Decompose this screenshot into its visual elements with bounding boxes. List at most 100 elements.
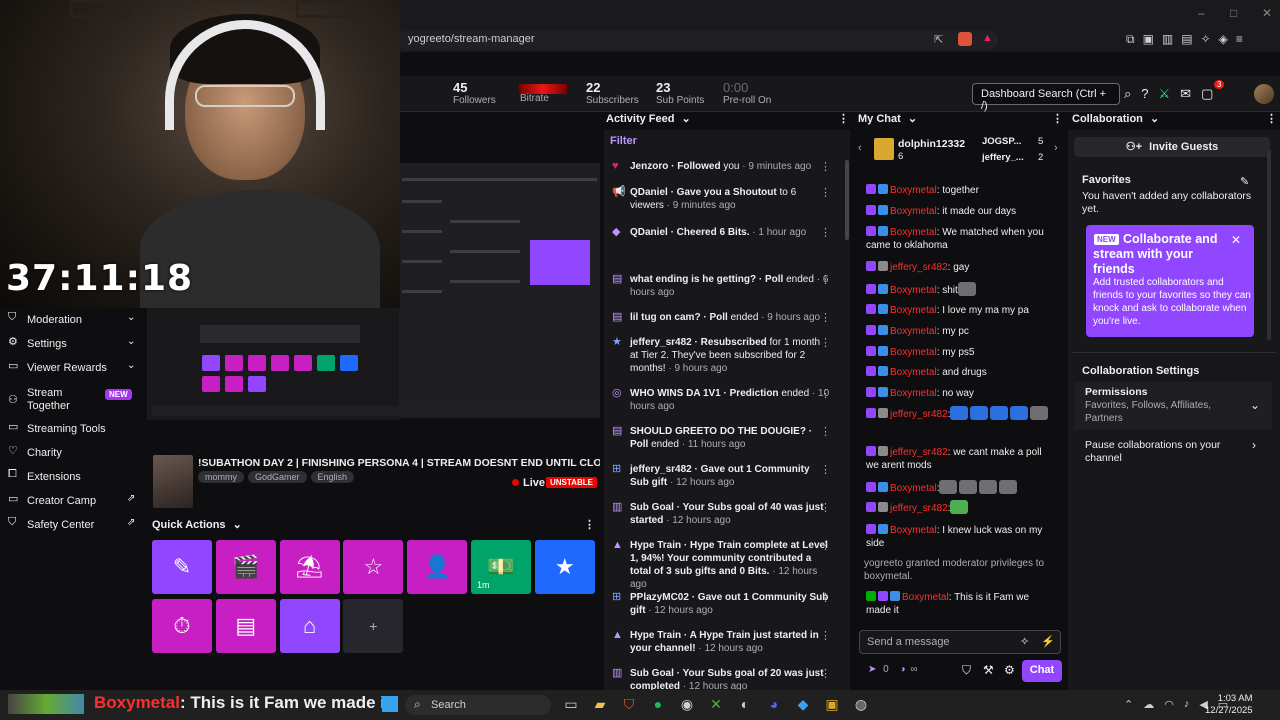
tag[interactable]: GodGamer bbox=[248, 471, 307, 483]
dashboard-search-input[interactable]: Dashboard Search (Ctrl + /) bbox=[972, 83, 1120, 112]
chevron-right-icon[interactable]: › bbox=[1054, 142, 1058, 154]
leo-icon[interactable]: ✧ bbox=[1201, 32, 1211, 47]
more-icon[interactable]: ⋮ bbox=[1266, 112, 1277, 130]
close-window-icon[interactable]: ✕ bbox=[1262, 6, 1272, 20]
chat-username[interactable]: Boxymetal bbox=[890, 388, 937, 399]
add-user-button[interactable]: 👤 bbox=[407, 540, 468, 594]
game-icon[interactable]: ◍ bbox=[852, 696, 870, 713]
sidebar-item-charity[interactable]: ♡ Charity bbox=[0, 442, 147, 464]
collaboration-scrollbar[interactable] bbox=[1267, 150, 1271, 340]
chat-message[interactable]: jeffery_sr482: gay bbox=[866, 261, 1052, 274]
more-icon[interactable]: ⋮ bbox=[584, 518, 595, 531]
emote-icon[interactable] bbox=[990, 406, 1009, 420]
share-icon[interactable]: ⇱ bbox=[934, 33, 943, 46]
brave-shield-icon[interactable] bbox=[958, 32, 972, 46]
stream-title[interactable]: !SUBATHON DAY 2 | FINISHING PERSONA 4 | … bbox=[198, 457, 600, 469]
chat-username[interactable]: Boxymetal bbox=[890, 483, 937, 494]
more-icon[interactable]: ⋮ bbox=[820, 160, 831, 173]
emote-icon[interactable] bbox=[950, 406, 969, 420]
chat-username[interactable]: Boxymetal bbox=[890, 367, 937, 378]
activity-user[interactable]: jeffery_sr482 bbox=[630, 464, 692, 475]
sidebar-item-streaming-tools[interactable]: ▭ Streaming Tools bbox=[0, 418, 147, 440]
chat-username[interactable]: Boxymetal bbox=[890, 525, 937, 536]
sidebar-item-viewer-rewards[interactable]: ▭ Viewer Rewards ⌄ bbox=[0, 357, 147, 379]
activity-user[interactable]: jeffery_sr482 bbox=[630, 337, 692, 348]
extensions-icon[interactable]: ⧉ bbox=[1126, 32, 1135, 47]
activity-user[interactable]: Sub Goal bbox=[630, 668, 674, 679]
ad-button[interactable]: ⛱ bbox=[279, 540, 340, 594]
discord-icon[interactable]: ◕ bbox=[765, 696, 783, 713]
emote-icon[interactable] bbox=[999, 480, 1018, 494]
emote-picker-icon[interactable]: ⚡ bbox=[1041, 635, 1055, 648]
more-icon[interactable]: ⋮ bbox=[820, 463, 831, 476]
chat-username[interactable]: jeffery_sr482 bbox=[890, 262, 948, 273]
obs-icon[interactable]: ◉ bbox=[678, 696, 696, 713]
task-view-icon[interactable]: ▭ bbox=[562, 696, 580, 713]
maximize-icon[interactable]: □ bbox=[1230, 6, 1237, 20]
chat-message[interactable]: Boxymetal: I love my ma my pa bbox=[866, 304, 1052, 317]
filter-button[interactable]: Filter bbox=[610, 135, 637, 147]
chat-message[interactable]: Boxymetal: and drugs bbox=[866, 366, 1052, 379]
sidebar-item-stream-together[interactable]: ⚇ Stream Together NEW bbox=[0, 385, 147, 413]
address-bar[interactable]: yogreeto/stream-manager bbox=[398, 30, 998, 50]
stream-health-badge[interactable]: UNSTABLE bbox=[546, 477, 597, 488]
whispers-icon[interactable]: ▢ bbox=[1201, 86, 1213, 102]
more-icon[interactable]: ⋮ bbox=[820, 539, 831, 552]
clip-button[interactable]: 🎬 bbox=[215, 540, 276, 594]
more-icon[interactable]: ⋮ bbox=[820, 425, 831, 438]
chat-username[interactable]: Boxymetal bbox=[890, 227, 937, 238]
edit-icon[interactable]: ✎ bbox=[1240, 175, 1249, 188]
activity-user[interactable]: what ending is he getting? bbox=[630, 274, 756, 285]
taskbar-search[interactable]: Search bbox=[405, 695, 551, 715]
pause-collab-link[interactable]: Pause collaborations on your channel bbox=[1085, 439, 1235, 465]
run-ad-button[interactable]: 💵 1m bbox=[471, 540, 531, 594]
chat-message[interactable]: Boxymetal: shit bbox=[866, 282, 1052, 297]
wifi-icon[interactable]: ◠ bbox=[1164, 698, 1174, 711]
activity-user[interactable]: PPlazyMC02 bbox=[630, 592, 689, 603]
chat-username[interactable]: Boxymetal bbox=[890, 326, 937, 337]
spark-icon[interactable]: ✧ bbox=[1020, 635, 1029, 648]
brave-icon[interactable]: ⛉ bbox=[620, 696, 638, 713]
chat-message[interactable]: jeffery_sr482: bbox=[866, 406, 1052, 421]
activity-user[interactable]: SHOULD GREETO DO THE DOUGIE? bbox=[630, 426, 806, 437]
more-icon[interactable]: ⋮ bbox=[820, 226, 831, 239]
featured-button[interactable]: ★ bbox=[534, 540, 595, 594]
sidebar-item-settings[interactable]: ⚙ Settings ⌄ bbox=[0, 333, 147, 355]
emote-icon[interactable] bbox=[939, 480, 958, 494]
chat-settings-icon[interactable]: ⚙ bbox=[1004, 663, 1015, 677]
chat-message[interactable]: Boxymetal: together bbox=[866, 184, 1052, 197]
chat-username[interactable]: Boxymetal bbox=[890, 206, 937, 217]
emote-icon[interactable] bbox=[1010, 406, 1029, 420]
chevron-left-icon[interactable]: ‹ bbox=[858, 142, 862, 154]
more-icon[interactable]: ⋮ bbox=[1052, 112, 1063, 130]
chat-username[interactable]: Boxymetal bbox=[890, 185, 937, 196]
stat-preroll[interactable]: 0:00 Pre-roll On bbox=[723, 80, 771, 106]
more-icon[interactable]: ⋮ bbox=[820, 336, 831, 349]
spotify-icon[interactable]: ● bbox=[649, 696, 667, 713]
taskbar-clock[interactable]: 1:03 AM 12/27/2025 bbox=[1205, 693, 1253, 717]
more-icon[interactable]: ⋮ bbox=[820, 667, 831, 680]
chat-message[interactable]: jeffery_sr482: bbox=[866, 500, 1052, 515]
mic-icon[interactable]: ♪ bbox=[1184, 698, 1190, 711]
sidebar-item-safety-center[interactable]: ⛉ Safety Center ⇗ bbox=[0, 514, 147, 536]
add-action-button[interactable]: + bbox=[343, 599, 404, 653]
chat-username[interactable]: Boxymetal bbox=[890, 305, 937, 316]
active-app-icon[interactable]: ▣ bbox=[823, 696, 841, 713]
sidebar-item-creator-camp[interactable]: ▭ Creator Camp ⇗ bbox=[0, 490, 147, 512]
chat-message[interactable]: Boxymetal: This is it Fam we made it bbox=[866, 591, 1052, 617]
sidebar-item-moderation[interactable]: ⛉ Moderation ⌄ bbox=[0, 309, 147, 331]
emote-icon[interactable] bbox=[957, 282, 976, 296]
wallet-icon[interactable]: ▤ bbox=[1181, 32, 1192, 47]
chat-username[interactable]: Boxymetal bbox=[890, 347, 937, 358]
stat-bitrate[interactable]: Bitrate bbox=[520, 93, 549, 104]
more-icon[interactable]: ⋮ bbox=[820, 273, 831, 286]
avatar[interactable] bbox=[1254, 84, 1274, 104]
chat-message[interactable]: Boxymetal: my ps5 bbox=[866, 346, 1052, 359]
cloud-icon[interactable]: ☁ bbox=[1143, 698, 1154, 711]
more-icon[interactable]: ⋮ bbox=[820, 311, 831, 324]
notifications-icon[interactable]: ✉ bbox=[1180, 86, 1191, 102]
vscode-icon[interactable]: ◆ bbox=[794, 696, 812, 713]
activity-user[interactable]: lil tug on cam? bbox=[630, 312, 701, 323]
mod-shield-icon[interactable]: ⛉ bbox=[962, 663, 971, 678]
chat-send-button[interactable]: Chat bbox=[1022, 660, 1062, 682]
